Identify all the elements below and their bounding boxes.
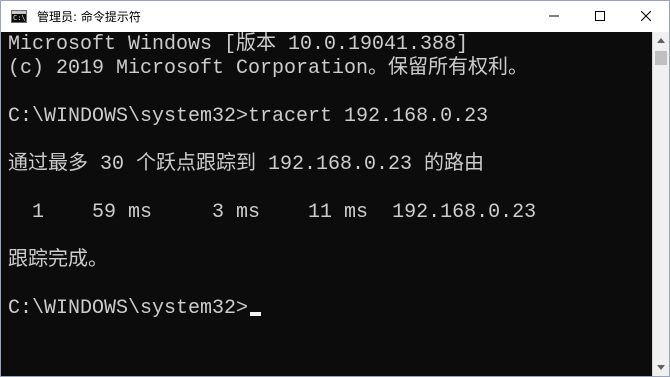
scroll-up-button[interactable] xyxy=(653,32,669,49)
icon-glyph: C:\_ xyxy=(13,14,30,22)
command-prompt-window: C:\_ 管理员: 命令提示符 Microsoft Windows [版本 10… xyxy=(0,0,670,377)
console-line-hop: 1 59 ms 3 ms 11 ms 192.168.0.23 xyxy=(8,201,537,224)
scroll-up-arrow-icon xyxy=(657,38,665,43)
scroll-down-button[interactable] xyxy=(653,359,669,376)
vertical-scrollbar[interactable] xyxy=(652,32,669,376)
maximize-icon xyxy=(595,11,605,21)
console-output[interactable]: Microsoft Windows [版本 10.0.19041.388] (c… xyxy=(1,32,652,376)
command-prompt-icon[interactable]: C:\_ xyxy=(11,10,30,23)
minimize-icon xyxy=(549,15,559,17)
console-line-command: C:\WINDOWS\system32>tracert 192.168.0.23 xyxy=(8,105,489,128)
text-cursor xyxy=(250,312,262,316)
minimize-button[interactable] xyxy=(531,1,577,32)
console-line-trace-header: 通过最多 30 个跃点跟踪到 192.168.0.23 的路由 xyxy=(8,153,485,176)
scrollbar-thumb[interactable] xyxy=(655,51,667,65)
prompt-text: C:\WINDOWS\system32> xyxy=(8,297,249,320)
console-line-prompt[interactable]: C:\WINDOWS\system32> xyxy=(8,297,262,321)
console-line-version: Microsoft Windows [版本 10.0.19041.388] xyxy=(8,33,469,56)
window-title: 管理员: 命令提示符 xyxy=(37,10,141,24)
close-icon xyxy=(641,11,651,21)
maximize-button[interactable] xyxy=(577,1,623,32)
close-button[interactable] xyxy=(623,1,669,32)
console-line-copyright: (c) 2019 Microsoft Corporation。保留所有权利。 xyxy=(8,57,529,80)
title-bar[interactable]: C:\_ 管理员: 命令提示符 xyxy=(1,1,669,32)
scroll-down-arrow-icon xyxy=(657,365,665,370)
console-line-trace-complete: 跟踪完成。 xyxy=(8,249,108,272)
